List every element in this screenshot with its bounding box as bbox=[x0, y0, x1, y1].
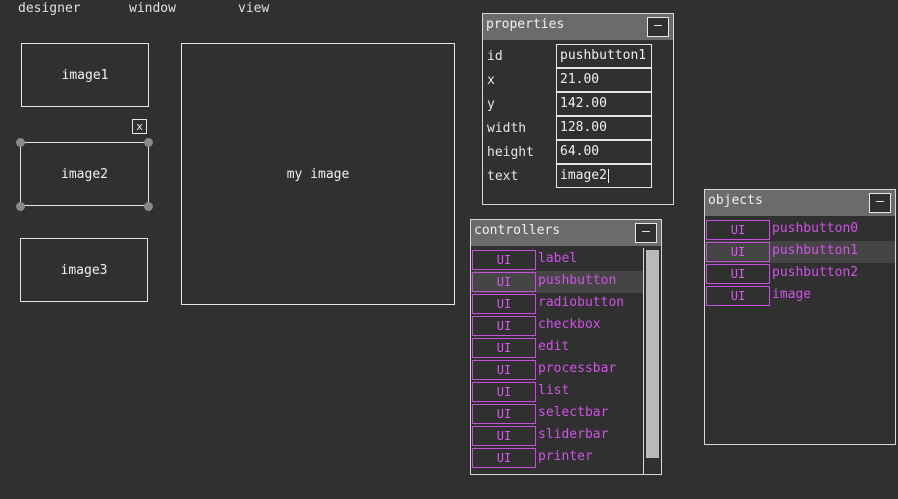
controllers-panel: controllers – UI label UI pushbutton UI radio… bbox=[470, 219, 662, 475]
text-caret bbox=[607, 168, 609, 183]
ui-type-tag: UI bbox=[706, 264, 770, 284]
prop-input-text-value: image2 bbox=[560, 168, 607, 183]
controllers-scrollbar-thumb[interactable] bbox=[646, 250, 659, 458]
object-list-item[interactable]: UI image bbox=[705, 285, 895, 307]
prop-input-width[interactable]: 128.00 bbox=[556, 116, 652, 140]
ui-type-tag: UI bbox=[472, 382, 536, 402]
controller-list-item[interactable]: UI label bbox=[471, 249, 643, 271]
ui-type-tag: UI bbox=[472, 250, 536, 270]
controller-list-item[interactable]: UI list bbox=[471, 381, 643, 403]
image3-label: image3 bbox=[60, 262, 108, 278]
list-item-label: checkbox bbox=[538, 317, 601, 332]
ui-type-tag: UI bbox=[706, 242, 770, 262]
ui-type-tag: UI bbox=[472, 294, 536, 314]
main-image-widget[interactable]: my image bbox=[181, 43, 455, 305]
prop-input-id[interactable]: pushbutton1 bbox=[556, 44, 652, 68]
menu-window[interactable]: window bbox=[129, 1, 176, 16]
controllers-list: UI label UI pushbutton UI radiobutton UI checkb… bbox=[471, 249, 643, 469]
controllers-header[interactable]: controllers bbox=[471, 220, 661, 246]
ui-type-tag: UI bbox=[472, 404, 536, 424]
resize-handle-bottom-right[interactable] bbox=[144, 202, 153, 211]
controller-list-item[interactable]: UI checkbox bbox=[471, 315, 643, 337]
ui-type-tag: UI bbox=[472, 360, 536, 380]
image1-label: image1 bbox=[61, 67, 109, 83]
controller-list-item[interactable]: UI printer bbox=[471, 447, 643, 469]
prop-label-width: width bbox=[487, 121, 527, 136]
image2-label: image2 bbox=[61, 166, 108, 182]
prop-input-text[interactable]: image2 bbox=[556, 164, 652, 188]
controller-list-item[interactable]: UI processbar bbox=[471, 359, 643, 381]
menu-view[interactable]: view bbox=[238, 1, 269, 16]
objects-list: UI pushbutton0 UI pushbutton1 UI pushbutton2 U… bbox=[705, 219, 895, 307]
objects-panel: objects – UI pushbutton0 UI pushbutton1 UI pu… bbox=[704, 189, 896, 445]
ui-type-tag: UI bbox=[706, 220, 770, 240]
list-item-label: processbar bbox=[538, 361, 617, 376]
list-item-label: sliderbar bbox=[538, 427, 609, 442]
image1-widget[interactable]: image1 bbox=[21, 43, 149, 107]
object-list-item[interactable]: UI pushbutton2 bbox=[705, 263, 895, 285]
prop-label-x: x bbox=[487, 73, 495, 88]
resize-handle-bottom-left[interactable] bbox=[16, 202, 25, 211]
objects-title: objects bbox=[708, 193, 763, 208]
prop-label-text: text bbox=[487, 169, 519, 184]
object-list-item[interactable]: UI pushbutton1 bbox=[705, 241, 895, 263]
ui-type-tag: UI bbox=[472, 448, 536, 468]
object-list-item[interactable]: UI pushbutton0 bbox=[705, 219, 895, 241]
prop-input-height[interactable]: 64.00 bbox=[556, 140, 652, 164]
ui-type-tag: UI bbox=[472, 272, 536, 292]
list-item-label: printer bbox=[538, 449, 593, 464]
controllers-scrollbar[interactable] bbox=[643, 248, 661, 474]
properties-minimize-button[interactable]: – bbox=[647, 17, 669, 37]
controller-list-item[interactable]: UI selectbar bbox=[471, 403, 643, 425]
prop-input-y[interactable]: 142.00 bbox=[556, 92, 652, 116]
menu-designer[interactable]: designer bbox=[18, 1, 81, 16]
list-item-label: selectbar bbox=[538, 405, 609, 420]
list-item-label: edit bbox=[538, 339, 570, 354]
list-item-label: pushbutton1 bbox=[772, 243, 859, 258]
ui-type-tag: UI bbox=[706, 286, 770, 306]
resize-handle-top-left[interactable] bbox=[16, 138, 25, 147]
controllers-minimize-button[interactable]: – bbox=[635, 223, 657, 243]
list-item-label: image bbox=[772, 287, 812, 302]
resize-handle-top-right[interactable] bbox=[144, 138, 153, 147]
list-item-label: pushbutton bbox=[538, 273, 617, 288]
main-image-label: my image bbox=[286, 166, 350, 182]
properties-header[interactable]: properties bbox=[483, 14, 673, 40]
prop-label-id: id bbox=[487, 49, 503, 64]
prop-label-height: height bbox=[487, 145, 534, 160]
controller-list-item[interactable]: UI radiobutton bbox=[471, 293, 643, 315]
objects-header[interactable]: objects bbox=[705, 190, 895, 216]
list-item-label: label bbox=[538, 251, 578, 266]
delete-widget-button[interactable]: x bbox=[132, 119, 147, 134]
prop-label-y: y bbox=[487, 97, 495, 112]
prop-input-x[interactable]: 21.00 bbox=[556, 68, 652, 92]
properties-panel: properties – id pushbutton1 x 21.00 y 14… bbox=[482, 13, 674, 205]
list-item-label: pushbutton2 bbox=[772, 265, 859, 280]
list-item-label: pushbutton0 bbox=[772, 221, 859, 236]
ui-type-tag: UI bbox=[472, 338, 536, 358]
list-item-label: radiobutton bbox=[538, 295, 625, 310]
ui-type-tag: UI bbox=[472, 316, 536, 336]
controllers-title: controllers bbox=[474, 223, 561, 238]
ui-type-tag: UI bbox=[472, 426, 536, 446]
properties-title: properties bbox=[486, 17, 565, 32]
list-item-label: list bbox=[538, 383, 570, 398]
controller-list-item[interactable]: UI edit bbox=[471, 337, 643, 359]
image3-widget[interactable]: image3 bbox=[20, 238, 148, 302]
controller-list-item[interactable]: UI pushbutton bbox=[471, 271, 643, 293]
objects-minimize-button[interactable]: – bbox=[869, 193, 891, 213]
controller-list-item[interactable]: UI sliderbar bbox=[471, 425, 643, 447]
image2-widget-selected[interactable]: image2 bbox=[20, 142, 149, 206]
